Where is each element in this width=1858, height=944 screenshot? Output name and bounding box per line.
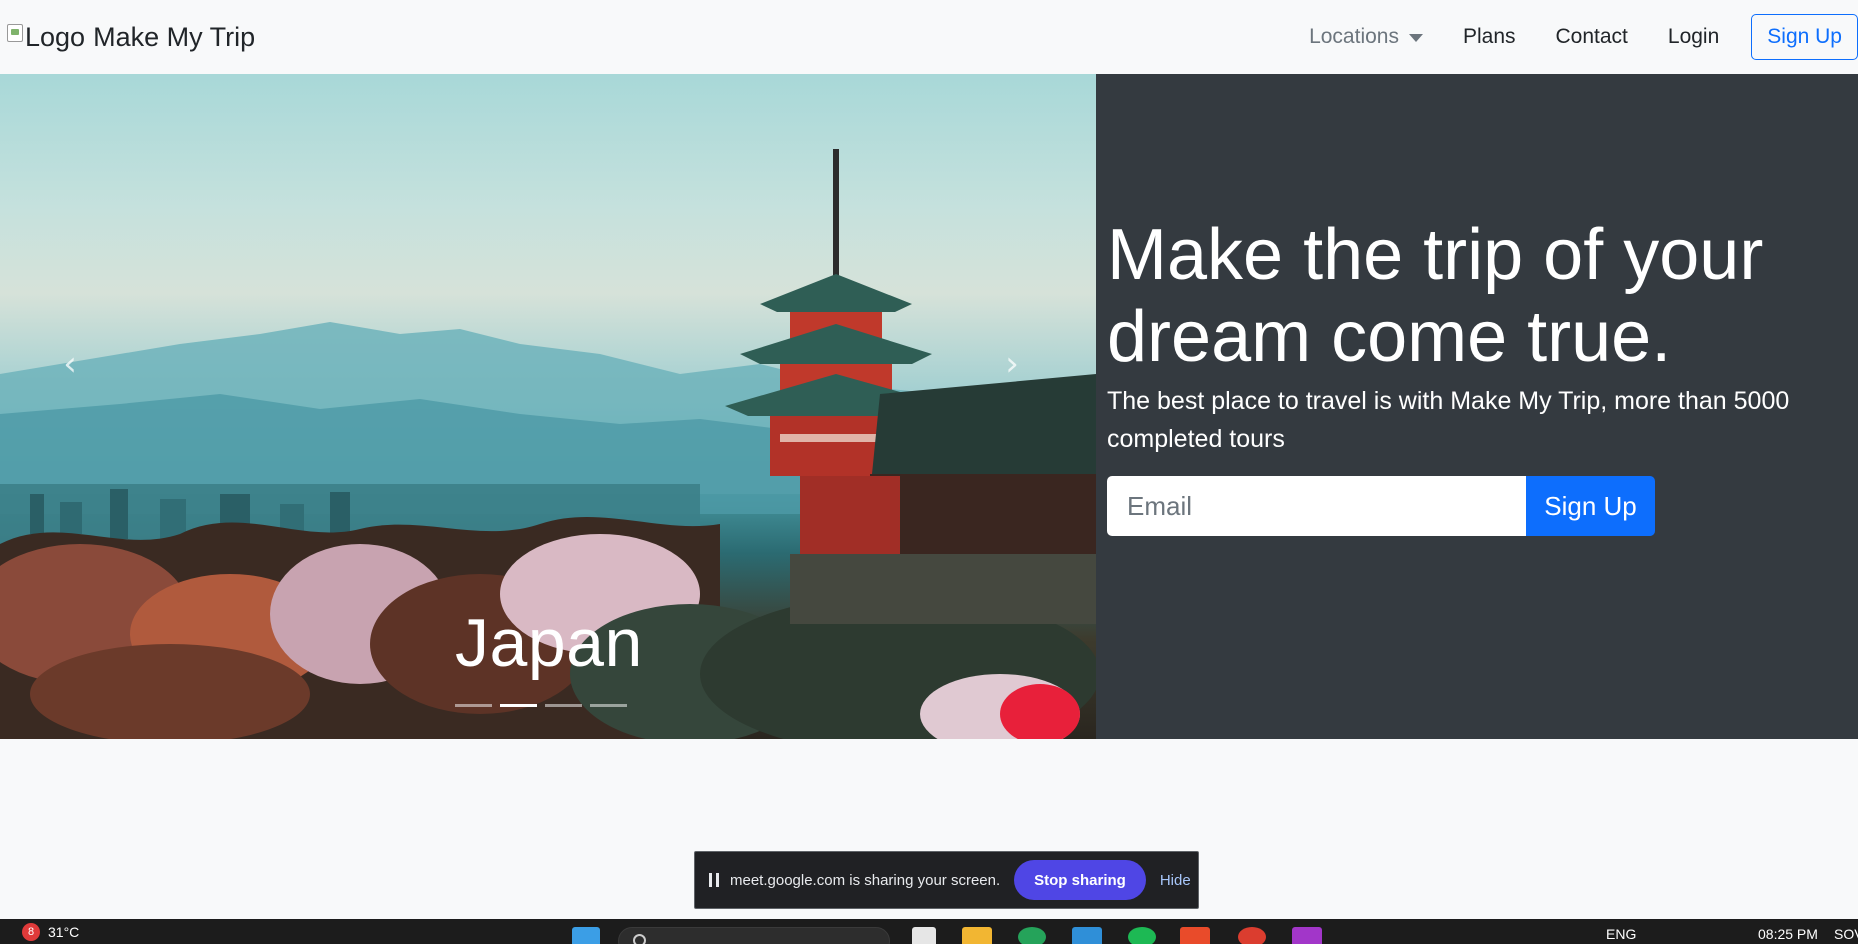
hero-subtext: The best place to travel is with Make My… [1107, 387, 1790, 453]
chrome-icon[interactable] [1238, 927, 1266, 944]
hero-headline: Make the trip of your dream come true. [1107, 215, 1764, 377]
whatsapp-icon[interactable] [1018, 927, 1046, 944]
taskbar-search[interactable] [618, 927, 890, 944]
weather-widget[interactable]: 8 31°C [22, 923, 79, 941]
file-explorer-icon[interactable] [962, 927, 992, 944]
image-carousel: ‹ › Japan [0, 74, 1096, 739]
nav-links: Locations Plans Contact Login Sign Up [1289, 14, 1858, 60]
email-input[interactable] [1107, 476, 1526, 536]
email-signup-form: Sign Up [1107, 476, 1655, 536]
chevron-right-icon: › [1005, 344, 1019, 384]
carousel-indicators [455, 704, 627, 707]
hero-signup-button[interactable]: Sign Up [1526, 476, 1655, 536]
search-icon [633, 934, 646, 944]
brand-name: Make My Trip [93, 21, 256, 52]
caret-down-icon [1408, 34, 1423, 42]
broken-image-icon [7, 24, 23, 42]
clock[interactable]: 08:25 PM [1758, 926, 1818, 942]
stop-sharing-button[interactable]: Stop sharing [1014, 860, 1146, 900]
carousel-prev-button[interactable]: ‹ [50, 344, 90, 384]
chevron-left-icon: ‹ [63, 344, 77, 384]
screen-share-bar: meet.google.com is sharing your screen. … [694, 851, 1199, 909]
nav-contact[interactable]: Contact [1536, 25, 1648, 49]
pause-icon [709, 873, 719, 887]
carousel-indicator[interactable] [455, 704, 492, 707]
carousel-indicator-active[interactable] [500, 704, 537, 707]
language-indicator[interactable]: ENG [1606, 926, 1636, 942]
nav-signup-button[interactable]: Sign Up [1751, 14, 1858, 60]
brave-browser-icon[interactable] [1180, 927, 1210, 944]
nav-locations-dropdown[interactable]: Locations [1289, 25, 1443, 49]
hide-share-bar-link[interactable]: Hide [1160, 872, 1191, 889]
windows-start-icon[interactable] [572, 927, 600, 944]
carousel-next-button[interactable]: › [992, 344, 1032, 384]
notification-badge: 8 [22, 923, 40, 941]
vscode-icon[interactable] [1072, 927, 1102, 944]
task-view-icon[interactable] [912, 927, 936, 944]
navbar: Logo Make My Trip Locations Plans Contac… [0, 0, 1858, 74]
brand-logo-alt: Logo [25, 21, 86, 52]
instagram-icon[interactable] [1292, 927, 1322, 944]
hero-section: Make the trip of your dream come true. T… [1096, 74, 1858, 739]
share-message: meet.google.com is sharing your screen. [730, 871, 1001, 889]
nav-locations-label: Locations [1309, 25, 1399, 48]
carousel-indicator[interactable] [545, 704, 582, 707]
windows-taskbar: 8 31°C ENG 08:25 PM SOV [0, 919, 1858, 944]
spotify-icon[interactable] [1128, 927, 1156, 944]
tray-text: SOV [1834, 926, 1858, 942]
brand[interactable]: Logo Make My Trip [7, 22, 255, 53]
nav-plans[interactable]: Plans [1443, 25, 1536, 49]
carousel-caption: Japan [455, 605, 643, 681]
carousel-indicator[interactable] [590, 704, 627, 707]
temperature: 31°C [48, 924, 80, 940]
nav-login[interactable]: Login [1648, 25, 1739, 49]
